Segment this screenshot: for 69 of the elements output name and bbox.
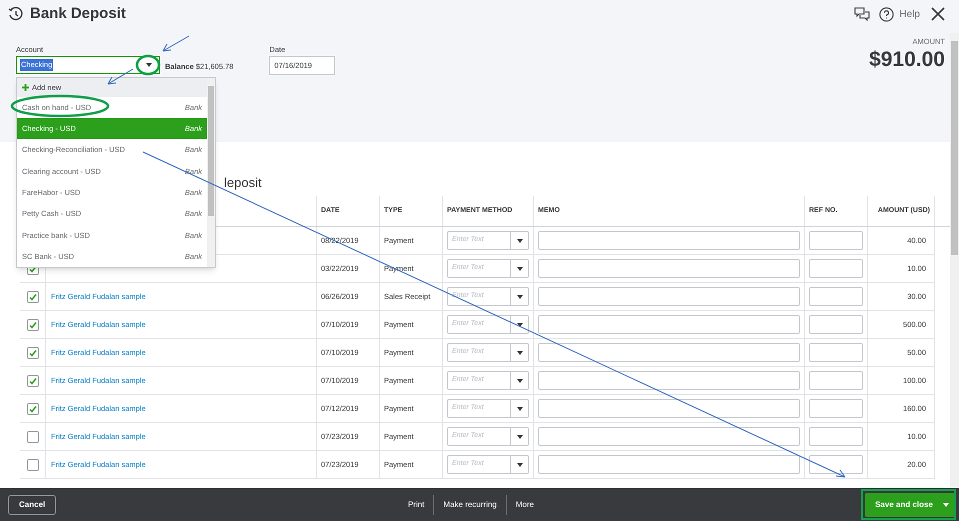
checkbox[interactable] bbox=[26, 402, 38, 414]
footer-action-button[interactable]: More bbox=[506, 498, 543, 510]
caret-icon bbox=[943, 502, 949, 506]
checkbox[interactable] bbox=[26, 346, 38, 358]
ref-no-field[interactable] bbox=[809, 399, 863, 418]
ref-no-field[interactable] bbox=[809, 315, 863, 334]
menu-scrollbar[interactable] bbox=[207, 78, 215, 267]
checkbox[interactable] bbox=[26, 318, 38, 330]
caret-icon bbox=[146, 63, 152, 67]
dropdown-button[interactable] bbox=[511, 315, 529, 334]
ref-no-field[interactable] bbox=[809, 371, 863, 390]
caret-icon bbox=[516, 462, 522, 466]
memo-field[interactable] bbox=[538, 287, 800, 306]
caret-icon bbox=[516, 378, 522, 382]
caret-icon bbox=[516, 406, 522, 410]
ref-no-field[interactable] bbox=[809, 427, 863, 446]
dropdown-button[interactable] bbox=[511, 427, 529, 446]
memo-field[interactable] bbox=[538, 399, 800, 418]
highlight-ellipse bbox=[136, 54, 160, 76]
footer-action-button[interactable]: Make recurring bbox=[434, 498, 506, 510]
chat-icon[interactable] bbox=[854, 6, 870, 22]
footer-action-button[interactable]: Print bbox=[398, 498, 434, 510]
memo-field[interactable] bbox=[538, 315, 800, 334]
dropdown-button[interactable] bbox=[511, 343, 529, 362]
memo-field[interactable] bbox=[538, 343, 800, 362]
memo-field[interactable] bbox=[538, 427, 800, 446]
cancel-button[interactable]: Cancel bbox=[8, 494, 56, 514]
checkbox[interactable] bbox=[26, 374, 38, 386]
ref-no-field[interactable] bbox=[809, 287, 863, 306]
caret-icon bbox=[516, 350, 522, 354]
check-icon bbox=[28, 320, 36, 328]
dropdown-button[interactable] bbox=[511, 287, 529, 306]
close-icon[interactable] bbox=[931, 7, 945, 21]
caret-icon bbox=[516, 322, 522, 326]
ref-no-field[interactable] bbox=[809, 343, 863, 362]
caret-icon bbox=[516, 434, 522, 438]
memo-field[interactable] bbox=[538, 371, 800, 390]
section-title: leposit bbox=[224, 174, 262, 192]
dropdown-button[interactable] bbox=[511, 399, 529, 418]
ref-no-field[interactable] bbox=[809, 455, 863, 474]
page-scrollbar[interactable] bbox=[950, 33, 959, 488]
caret-icon bbox=[516, 238, 522, 242]
ref-no-field[interactable] bbox=[809, 231, 863, 250]
checkbox[interactable] bbox=[26, 430, 38, 442]
memo-field[interactable] bbox=[538, 231, 800, 250]
dropdown-button[interactable] bbox=[511, 455, 529, 474]
annotation-arrow bbox=[108, 68, 134, 84]
plus-icon bbox=[22, 84, 29, 91]
amount-total: $910.00 bbox=[869, 47, 945, 74]
check-icon bbox=[28, 348, 36, 356]
check-icon bbox=[28, 404, 36, 412]
ref-no-field[interactable] bbox=[809, 259, 863, 278]
help-icon[interactable] bbox=[879, 6, 894, 22]
check-icon bbox=[28, 376, 36, 384]
history-icon bbox=[8, 6, 24, 22]
memo-field[interactable] bbox=[538, 259, 800, 278]
memo-field[interactable] bbox=[538, 455, 800, 474]
dropdown-button[interactable] bbox=[511, 259, 529, 278]
window-title: Bank Deposit bbox=[30, 4, 126, 24]
caret-icon bbox=[516, 266, 522, 270]
caret-icon bbox=[516, 294, 522, 298]
help-link[interactable]: Help bbox=[899, 6, 920, 22]
dropdown-button[interactable] bbox=[511, 231, 529, 250]
check-icon bbox=[28, 292, 36, 300]
dropdown-button[interactable] bbox=[511, 371, 529, 390]
save-and-close-button[interactable]: Save and close bbox=[865, 492, 955, 516]
checkbox[interactable] bbox=[26, 290, 38, 302]
checkbox[interactable] bbox=[26, 458, 38, 470]
annotation-arrow bbox=[162, 36, 190, 52]
